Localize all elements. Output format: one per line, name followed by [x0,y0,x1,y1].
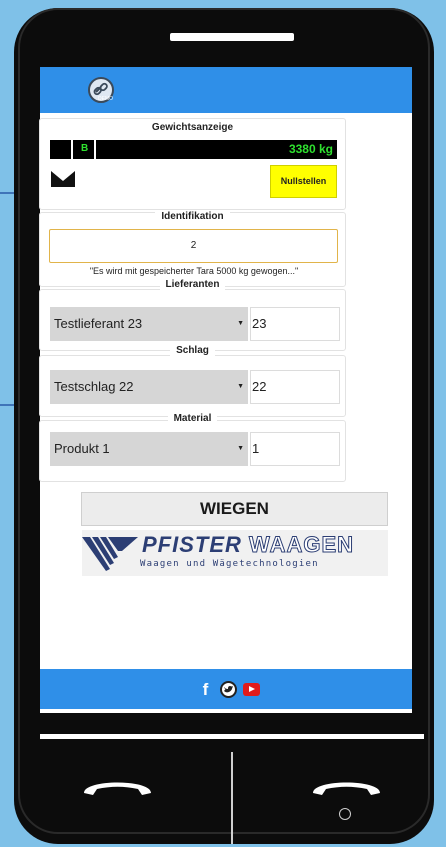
weight-mode: B [81,143,89,154]
twitter-icon[interactable] [220,681,237,698]
app-header: DEMO [40,67,412,113]
brand-name-part2: WAAGEN [249,532,355,558]
dropdown-arrow-icon: ▼ [237,383,244,390]
call-button-icon[interactable] [80,775,155,801]
logo-subtext: DEMO [98,96,113,102]
identification-title: Identifikation [39,211,346,222]
lieferanten-title: Lieferanten [39,279,346,290]
schlag-title: Schlag [39,345,346,356]
phone-button-divider [231,752,233,844]
pfister-waagen-logo: PFISTER WAAGEN Waagen und Wägetechnologi… [82,530,388,576]
schlag-number-field[interactable]: 22 [250,370,340,404]
lieferanten-number-field[interactable]: 23 [250,307,340,341]
schlag-selected: Testschlag 22 [54,379,134,394]
weight-value: 3380 kg [288,142,333,156]
brand-name: PFISTER WAAGEN [142,532,354,558]
dropdown-arrow-icon: ▼ [237,445,244,452]
material-selected: Produkt 1 [54,441,110,456]
lieferanten-select[interactable]: Testlieferant 23 ▼ [50,307,248,341]
zero-button[interactable]: Nullstellen [270,165,337,198]
brand-tagline: Waagen und Wägetechnologien [140,559,319,569]
home-button-icon[interactable] [339,808,351,820]
identification-input[interactable]: 2 [49,229,338,263]
lieferanten-selected: Testlieferant 23 [54,316,143,331]
weight-display: B 3380 kg [50,140,337,159]
phone-speaker [170,33,294,41]
app-footer: f [40,669,412,709]
phone-chin-line [40,734,424,739]
weight-divider [71,140,73,159]
schlag-select[interactable]: Testschlag 22 ▼ [50,370,248,404]
tara-note: "Es wird mit gespeicherter Tara 5000 kg … [89,266,299,276]
dropdown-arrow-icon: ▼ [237,320,244,327]
wiegen-button[interactable]: WIEGEN [81,492,388,526]
scale-zero-icon [51,171,75,187]
end-call-button-icon[interactable] [309,775,384,801]
facebook-icon[interactable]: f [197,681,214,698]
material-number-field[interactable]: 1 [250,432,340,466]
material-title: Material [39,413,346,424]
weight-divider [94,140,96,159]
brand-name-part1: PFISTER [142,532,242,557]
material-select[interactable]: Produkt 1 ▼ [50,432,248,466]
youtube-icon[interactable] [243,683,260,696]
pfister-stripes-icon [82,537,138,571]
weight-panel-title: Gewichtsanzeige [39,122,346,133]
